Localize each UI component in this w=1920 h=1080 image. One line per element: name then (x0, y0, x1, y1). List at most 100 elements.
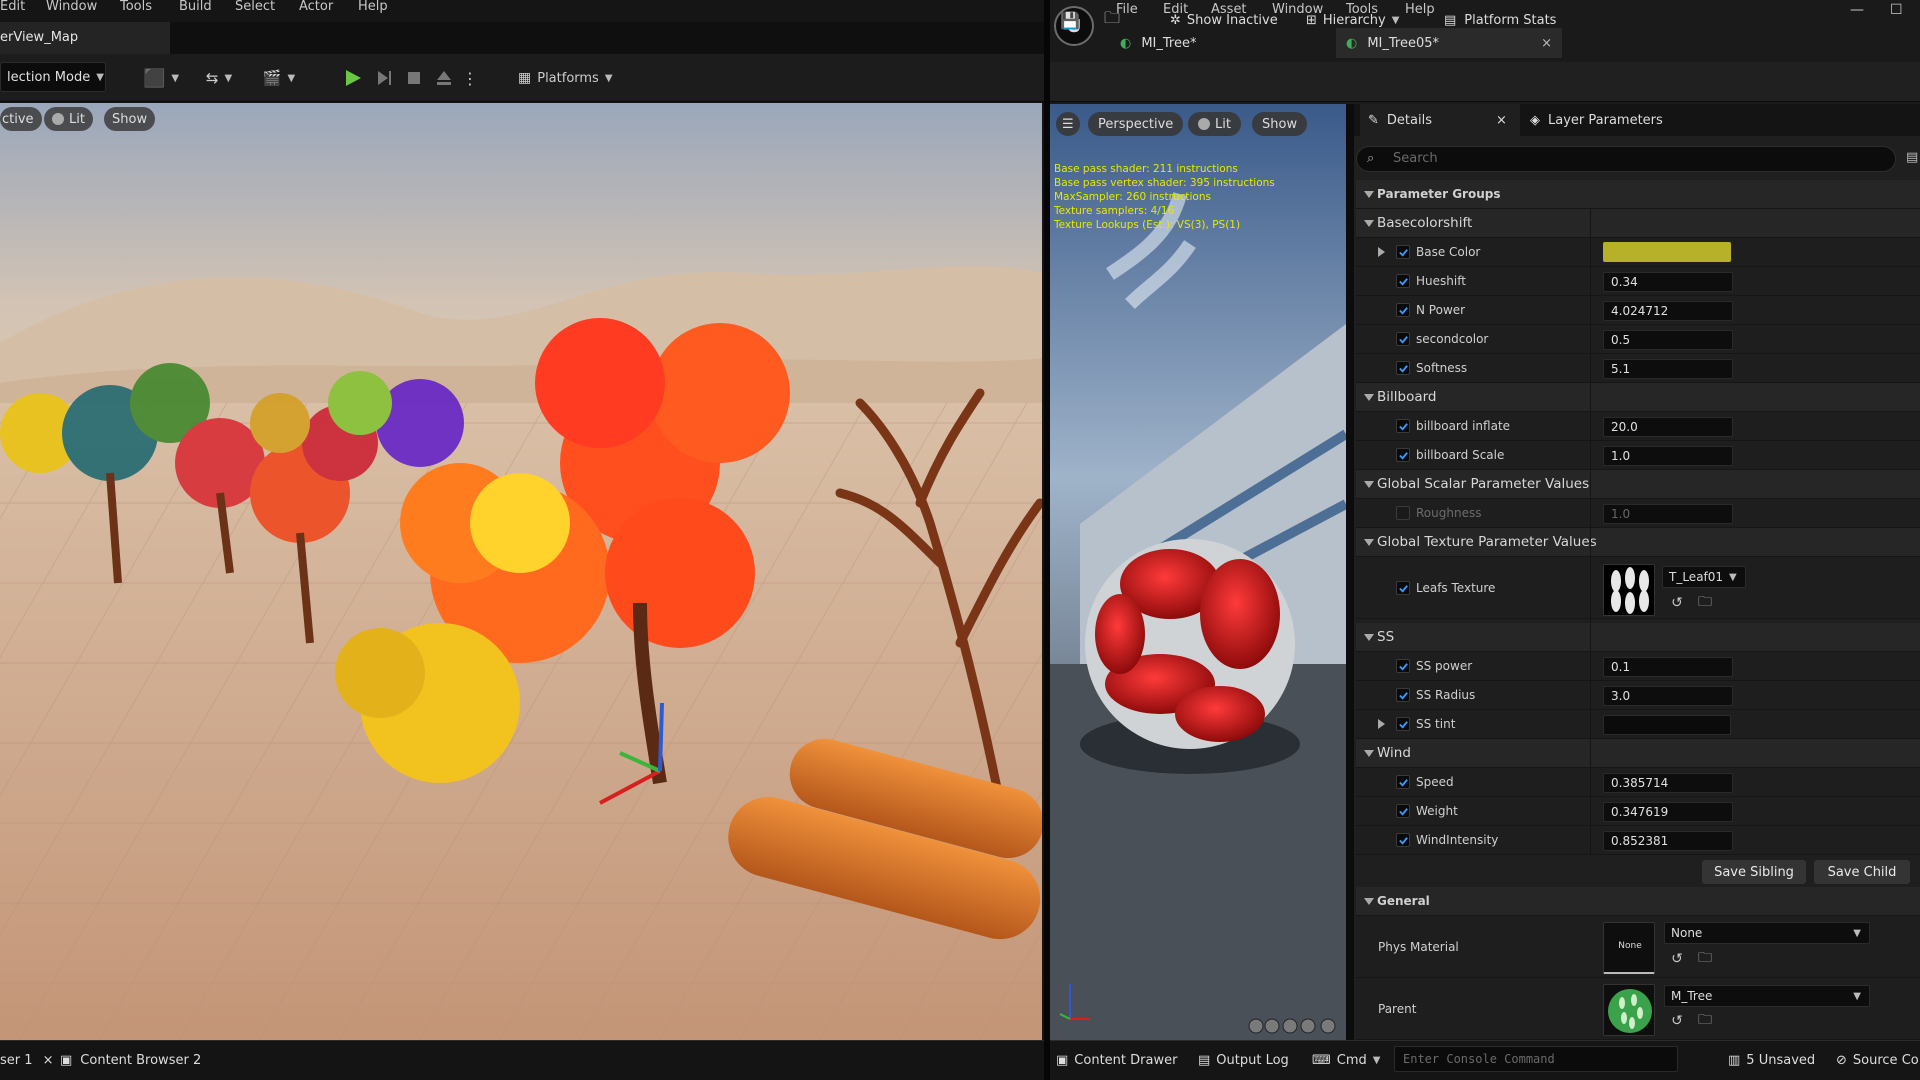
collapse-arrow-icon[interactable] (1364, 634, 1374, 641)
menu-help[interactable]: Help (1405, 0, 1435, 20)
collapse-arrow-icon[interactable] (1364, 191, 1374, 198)
save-sibling-button[interactable]: Save Sibling (1702, 860, 1806, 884)
menu-select[interactable]: Select (235, 0, 275, 22)
checkbox[interactable] (1396, 717, 1410, 731)
ss-tint-swatch[interactable] (1603, 715, 1731, 735)
group-billboard[interactable]: Billboard (1356, 383, 1920, 412)
menu-edit[interactable]: Edit (0, 0, 25, 22)
tab-layer-parameters[interactable]: ◈ Layer Parameters (1530, 104, 1663, 136)
view-options-icon[interactable]: ▤ (1906, 150, 1918, 165)
save-child-button[interactable]: Save Child (1814, 860, 1910, 884)
step-button[interactable] (370, 62, 398, 94)
stop-button[interactable] (400, 62, 428, 94)
preview-show-pill[interactable]: Show (1252, 112, 1308, 136)
play-options-button[interactable]: ⋮ (462, 62, 478, 94)
checkbox[interactable] (1396, 775, 1410, 789)
phys-material-dropdown[interactable]: None ▼ (1664, 922, 1870, 944)
platform-stats-button[interactable]: ▤ Platform Stats (1444, 6, 1556, 34)
base-color-swatch[interactable] (1603, 242, 1731, 262)
level-viewport[interactable] (0, 103, 1042, 1040)
ss-power-value[interactable]: 0.1 (1603, 657, 1733, 677)
collapse-arrow-icon[interactable] (1364, 898, 1374, 905)
secondcolor-value[interactable]: 0.5 (1603, 330, 1733, 350)
perspective-pill[interactable]: Perspective (1088, 112, 1184, 136)
group-global-texture[interactable]: Global Texture Parameter Values (1356, 528, 1920, 557)
checkbox[interactable] (1396, 581, 1410, 595)
preview-menu-button[interactable]: ☰ (1056, 112, 1080, 136)
panel-splitter[interactable] (1346, 104, 1354, 1040)
collapse-arrow-icon[interactable] (1364, 539, 1374, 546)
checkbox[interactable] (1396, 419, 1410, 433)
lit-pill[interactable]: Lit (44, 107, 93, 131)
weight-value[interactable]: 0.347619 (1603, 802, 1733, 822)
roughness-value[interactable]: 1.0 (1603, 504, 1733, 524)
minimize-button[interactable]: — (1850, 0, 1864, 20)
group-ss[interactable]: SS (1356, 623, 1920, 652)
leaf-texture-thumbnail[interactable] (1603, 564, 1655, 616)
leafs-texture-dropdown[interactable]: T_Leaf01 ▼ (1662, 566, 1746, 588)
checkbox[interactable] (1396, 688, 1410, 702)
hierarchy-button[interactable]: ⊞ Hierarchy ▼ (1306, 6, 1399, 34)
collapse-arrow-icon[interactable] (1364, 220, 1374, 227)
unsaved-button[interactable]: ▥ 5 Unsaved (1728, 1050, 1815, 1070)
phys-material-thumbnail[interactable]: None (1603, 922, 1655, 974)
content-browser-1-tab[interactable]: ser 1 × (0, 1053, 54, 1068)
checkbox[interactable] (1396, 303, 1410, 317)
checkbox[interactable] (1396, 448, 1410, 462)
cinematics-button[interactable]: 🎬 ▼ (258, 62, 300, 94)
group-global-scalar[interactable]: Global Scalar Parameter Values (1356, 470, 1920, 499)
close-icon[interactable]: × (1496, 104, 1507, 136)
parent-material-thumbnail[interactable] (1603, 984, 1655, 1036)
console-input[interactable]: Enter Console Command (1394, 1046, 1678, 1072)
source-control-button[interactable]: ⊘ Source Co (1836, 1050, 1919, 1070)
play-button[interactable] (338, 62, 368, 94)
reset-arrow-icon[interactable]: ↺ (1668, 1012, 1686, 1030)
checkbox[interactable] (1396, 245, 1410, 259)
collapse-arrow-icon[interactable] (1364, 750, 1374, 757)
add-actor-button[interactable]: ⬛ ▼ (140, 62, 182, 94)
menu-tools[interactable]: Tools (120, 0, 152, 22)
cmd-dropdown[interactable]: ⌨ Cmd ▼ (1312, 1050, 1380, 1070)
save-button[interactable]: 💾 (1060, 6, 1086, 34)
billboard-inflate-value[interactable]: 20.0 (1603, 417, 1733, 437)
speed-value[interactable]: 0.385714 (1603, 773, 1733, 793)
menu-window[interactable]: Window (46, 0, 97, 22)
checkbox[interactable] (1396, 659, 1410, 673)
checkbox[interactable] (1396, 361, 1410, 375)
checkbox[interactable] (1396, 804, 1410, 818)
group-basecolorshift[interactable]: Basecolorshift (1356, 209, 1920, 238)
expand-arrow-icon[interactable] (1378, 719, 1385, 729)
collapse-arrow-icon[interactable] (1364, 481, 1374, 488)
show-inactive-button[interactable]: ✲ Show Inactive (1170, 6, 1278, 34)
checkbox[interactable] (1396, 274, 1410, 288)
group-wind[interactable]: Wind (1356, 739, 1920, 768)
content-browser-2-tab[interactable]: ▣ Content Browser 2 (60, 1053, 201, 1068)
content-drawer-button[interactable]: ▣ Content Drawer (1056, 1050, 1177, 1070)
reset-arrow-icon[interactable]: ↺ (1668, 950, 1686, 968)
npower-value[interactable]: 4.024712 (1603, 301, 1733, 321)
selection-mode-dropdown[interactable]: lection Mode ▼ (0, 62, 106, 92)
parent-dropdown[interactable]: M_Tree ▼ (1664, 985, 1870, 1007)
search-input[interactable]: ⌕ Search (1356, 146, 1896, 172)
blueprint-button[interactable]: ⇆ ▼ (198, 62, 240, 94)
menu-help[interactable]: Help (358, 0, 388, 22)
viewport-mode-pill[interactable]: ctive (0, 107, 42, 131)
checkbox[interactable] (1396, 332, 1410, 346)
maximize-button[interactable]: ☐ (1890, 0, 1903, 20)
ss-radius-value[interactable]: 3.0 (1603, 686, 1733, 706)
reset-arrow-icon[interactable]: ↺ (1668, 594, 1686, 612)
platforms-button[interactable]: ▦ Platforms ▼ (518, 62, 622, 94)
softness-value[interactable]: 5.1 (1603, 359, 1733, 379)
browse-folder-icon[interactable]: 🗀 (1696, 1012, 1714, 1030)
output-log-button[interactable]: ▤ Output Log (1198, 1050, 1289, 1070)
map-tab[interactable]: erView_Map (0, 22, 170, 54)
expand-arrow-icon[interactable] (1378, 247, 1385, 257)
menu-actor[interactable]: Actor (299, 0, 333, 22)
browse-folder-icon[interactable]: 🗀 (1696, 594, 1714, 612)
menu-build[interactable]: Build (179, 0, 212, 22)
material-preview-viewport[interactable] (1050, 104, 1346, 1040)
show-pill[interactable]: Show (104, 107, 156, 131)
collapse-arrow-icon[interactable] (1364, 394, 1374, 401)
close-icon[interactable]: × (1541, 36, 1552, 51)
checkbox[interactable] (1396, 833, 1410, 847)
